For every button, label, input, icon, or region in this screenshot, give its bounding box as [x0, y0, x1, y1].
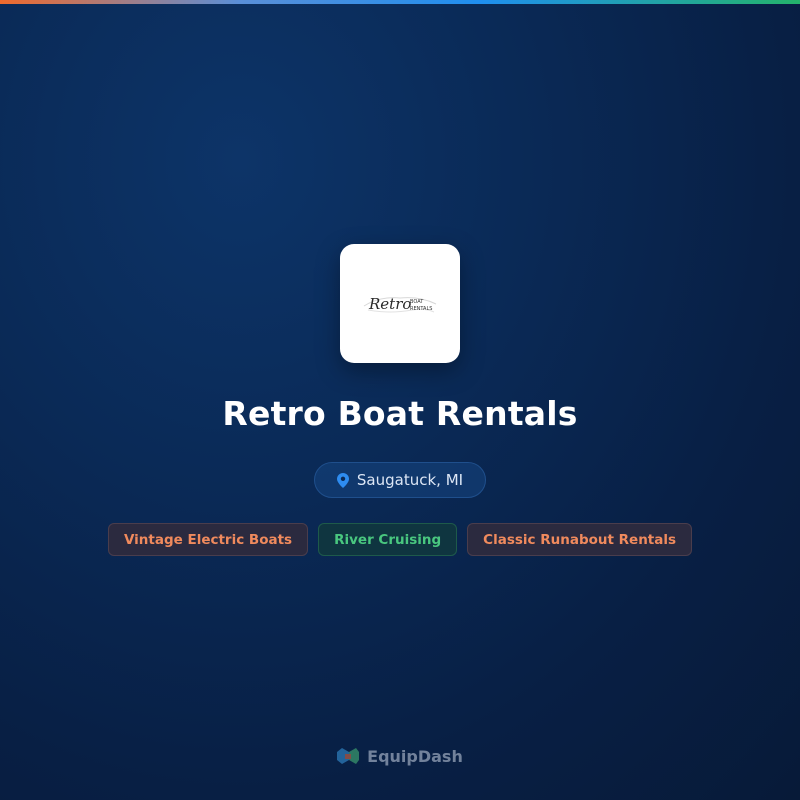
top-accent-bar	[0, 0, 800, 4]
logo-subtext-boat: BOAT	[410, 299, 424, 305]
location-text: Saugatuck, MI	[356, 471, 464, 489]
tag-classic-runabout-rentals: Classic Runabout Rentals	[467, 523, 693, 556]
tag-river-cruising: River Cruising	[318, 523, 458, 556]
business-logo-card: Retro BOAT RENTALS	[340, 244, 460, 363]
business-logo: Retro BOAT RENTALS	[363, 295, 437, 313]
equipdash-logo-icon	[337, 748, 360, 764]
tag-vintage-electric-boats: Vintage Electric Boats	[107, 523, 309, 556]
map-pin-icon	[336, 472, 349, 488]
location-badge: Saugatuck, MI	[314, 462, 486, 498]
category-tags: Vintage Electric Boats River Cruising Cl…	[0, 523, 800, 556]
business-name: Retro Boat Rentals	[222, 394, 578, 433]
footer-brand: EquipDash	[0, 746, 800, 766]
logo-subtext-rentals: RENTALS	[410, 306, 432, 312]
logo-script-text: Retro	[368, 295, 411, 313]
brand-name: EquipDash	[367, 746, 463, 766]
